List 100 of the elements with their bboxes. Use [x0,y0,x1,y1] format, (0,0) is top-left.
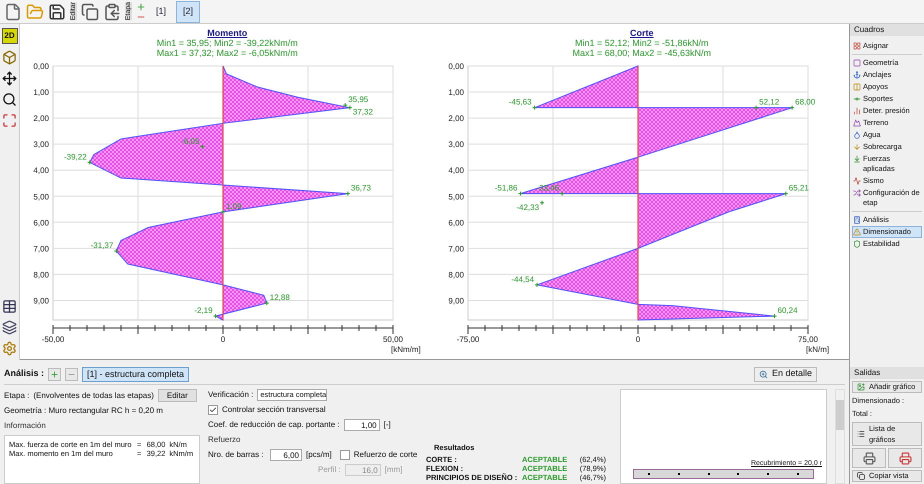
depth-tick-label: 0,00 [34,62,50,71]
value-tick-label: -75,00 [456,335,480,344]
fit-icon[interactable] [2,113,17,128]
zoom-icon [758,370,768,378]
plus-icon [50,370,60,378]
anchor-icon [853,71,861,79]
annotation: -31,37 [90,240,114,250]
depth-tick-label: 4,00 [34,166,50,176]
mountain-icon [853,119,861,127]
annotation: 1,09 [226,202,242,211]
depth-tick-label: 8,00 [34,270,50,280]
depth-tick-label: 7,00 [448,244,464,254]
annotation: 12,88 [270,293,291,302]
depth-tick-label: 6,00 [448,218,464,228]
annotation: -2,19 [194,306,214,316]
section-title: Información [4,420,47,432]
printer-icon [898,452,912,464]
edit-button[interactable]: Editar [158,389,197,402]
node-icon [853,95,861,103]
depth-tick-label: 5,00 [34,192,50,202]
chart-summary: Min1 = 35,95; Min2 = -39,22kNm/m [156,38,298,48]
annotation: 37,32 [353,108,374,117]
unit-label: [-] [384,419,391,431]
droplet-icon [853,131,861,139]
grid-icon [853,42,861,50]
shield-icon [853,240,861,248]
new-file-icon[interactable] [4,2,22,20]
depth-tick-label: 0,00 [448,62,464,71]
checkbox-label: Refuerzo de corte [354,449,418,461]
clipboard-icon[interactable] [103,2,121,20]
annotation: 52,12 [758,98,780,107]
print-button[interactable] [852,448,886,468]
coef-field[interactable]: 1,00 [344,419,380,431]
add-analysis-button[interactable] [48,368,62,380]
annotation: -6,05 [181,136,200,146]
annotation: -39,22 [64,152,88,162]
panel-header: Cuadros [850,24,924,36]
depth-tick-label: 1,00 [448,88,464,98]
print-pdf-button[interactable] [888,448,922,468]
verification-label: Verificación : [208,389,254,401]
geometry-text: Geometría : Muro rectangular RC h = 0,20 m [4,405,164,417]
annotation: 65,21 [788,184,810,193]
depth-tick-label: 7,00 [34,244,50,254]
list-icon [857,430,865,438]
depth-tick-label: 5,00 [448,192,464,202]
depth-tick-label: 9,00 [34,296,50,306]
unit-label: [kNm/m] [391,345,422,354]
search-icon[interactable] [2,92,17,107]
bars-field[interactable]: 6,00 [270,449,302,461]
copy-icon [857,472,865,480]
copy-icon[interactable] [81,2,99,20]
square-icon [853,59,861,67]
warning-icon [853,228,861,236]
depth-tick-label: 9,00 [448,296,464,306]
table-icon[interactable] [2,299,17,314]
annotation: 68,00 [794,98,816,107]
unit-label: [pcs/m] [306,449,332,461]
wave-icon [853,177,861,185]
printer-icon [862,452,876,464]
depth-tick-label: 2,00 [448,114,464,124]
depth-tick-label: 2,00 [34,114,50,124]
unit-label: [kN/m] [806,345,829,354]
detail-button[interactable]: En detalle [754,366,817,382]
settings-icon[interactable] [2,341,17,356]
depth-tick-label: 1,00 [34,88,50,98]
depth-tick-label: 8,00 [448,270,464,280]
depth-tick-label: 3,00 [34,140,50,150]
shuffle-icon [853,189,861,197]
coef-label: Coef. de reducción de cap. portante : [208,419,340,431]
depth-tick-label: 4,00 [448,166,464,176]
columns-icon [853,83,861,91]
depth-tick-label: 6,00 [34,218,50,228]
value-tick-label: 75,00 [798,335,818,344]
profile-label: Perfil : [318,464,341,476]
move-icon[interactable] [2,71,17,86]
checkbox[interactable] [340,450,350,460]
stage-button[interactable]: [1] [150,0,172,22]
scrollbar[interactable] [835,389,845,484]
annotation: 60,24 [777,306,798,316]
value-tick-label: -50,00 [42,335,65,344]
save-icon[interactable] [48,2,66,20]
section-title: Refuerzo [208,434,242,446]
checkbox-label: Controlar sección transversal [222,404,326,416]
annotation: -51,86 [494,184,518,193]
view-2d-button[interactable]: 2D [2,28,18,44]
chart-title: Momento [207,28,248,38]
annotation: -42,33 [516,202,540,212]
unit-label: [mm] [384,464,402,476]
chart-title: Corte [630,28,654,38]
cube-icon[interactable] [2,50,17,65]
checkbox[interactable] [208,405,218,415]
layers-icon[interactable] [2,320,17,335]
chart-summary: Min1 = 52,12; Min2 = -51,86kN/m [574,38,709,48]
arrow-down-icon [853,143,861,151]
value-tick-label: 50,00 [383,335,404,344]
add-icon[interactable] [136,2,146,12]
analysis-tab[interactable]: [1] - estructura completa [82,366,190,382]
panel-header: Salidas [850,367,924,379]
chart-summary: Max1 = 68,00; Max2 = -45,63kN/m [572,48,712,58]
stage-button[interactable]: [2] [176,0,200,22]
